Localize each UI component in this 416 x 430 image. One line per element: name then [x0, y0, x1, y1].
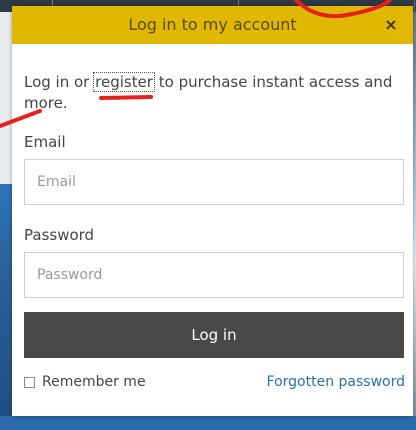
- login-modal: Log in to my account × Log in or registe…: [12, 6, 413, 416]
- remember-me[interactable]: Remember me: [24, 372, 146, 392]
- password-field[interactable]: [24, 252, 404, 298]
- remember-me-label: Remember me: [42, 374, 146, 390]
- intro-text-before: Log in or: [24, 73, 95, 91]
- background-bottom-strip: [0, 416, 416, 430]
- modal-title: Log in to my account: [128, 15, 297, 34]
- login-button[interactable]: Log in: [24, 312, 404, 358]
- forgotten-password-link[interactable]: Forgotten password: [267, 372, 405, 392]
- background-left-strip: [0, 12, 12, 430]
- modal-header: Log in to my account ×: [12, 6, 413, 44]
- email-label: Email: [24, 133, 66, 151]
- password-label: Password: [24, 226, 95, 244]
- register-link[interactable]: register: [93, 72, 155, 92]
- close-icon[interactable]: ×: [381, 15, 401, 35]
- remember-me-checkbox[interactable]: [24, 376, 35, 388]
- background-blue-area: [0, 184, 12, 430]
- email-field[interactable]: [24, 159, 404, 205]
- intro-text: Log in or register to purchase instant a…: [24, 72, 394, 114]
